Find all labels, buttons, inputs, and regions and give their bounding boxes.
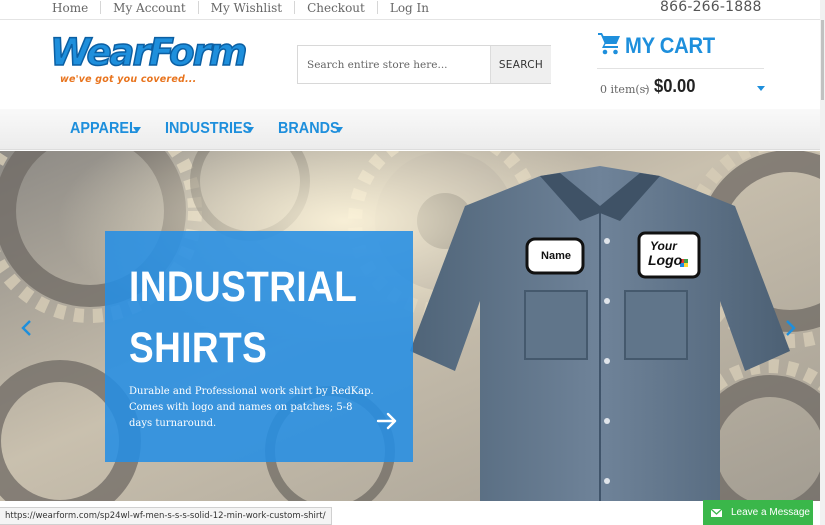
hero-title-line-1: INDUSTRIAL	[129, 263, 358, 311]
mail-icon	[710, 508, 723, 517]
cart-dropdown-caret-icon[interactable]	[757, 86, 765, 91]
hero-slider[interactable]: Name Your Logo INDUSTRIAL SHIRTS Durable…	[0, 151, 820, 501]
search-box: SEARCH	[297, 45, 551, 84]
chevron-down-icon	[246, 127, 254, 133]
cart-separator: -	[644, 82, 648, 94]
my-wishlist-link[interactable]: My Wishlist	[211, 1, 282, 15]
chevron-down-icon	[335, 127, 343, 133]
status-bar-url: https://wearform.com/sp24wl-wf-men-s-s-s…	[0, 507, 332, 525]
hero-description: Durable and Professional work shirt by R…	[129, 386, 374, 429]
home-link[interactable]: Home	[52, 1, 88, 15]
slider-next-icon[interactable]	[783, 319, 797, 337]
nav-item-brands[interactable]: BRANDS	[278, 120, 346, 140]
nav-item-label: INDUSTRIES	[165, 120, 253, 137]
patch-logo-text-1: Your	[650, 239, 677, 253]
search-button[interactable]: SEARCH	[490, 46, 551, 83]
top-links: Home My Account My Wishlist Checkout Log In	[52, 1, 429, 15]
site-logo[interactable]: WearForm we've got you covered...	[49, 30, 248, 91]
arrow-right-icon[interactable]	[375, 409, 399, 433]
leave-message-button[interactable]: Leave a Message	[703, 500, 813, 525]
divider	[294, 1, 296, 14]
cart-icon	[598, 33, 620, 55]
main-nav: APPAREL INDUSTRIES BRANDS	[0, 109, 825, 150]
logo-wordmark: WearForm	[49, 30, 248, 75]
my-account-link[interactable]: My Account	[113, 1, 186, 15]
nav-item-industries[interactable]: INDUSTRIES	[165, 120, 262, 140]
cart-item-count: 0 item(s)	[600, 83, 650, 96]
divider	[197, 1, 199, 14]
promo-panel: INDUSTRIAL SHIRTS Durable and Profession…	[105, 231, 413, 462]
nav-item-label: BRANDS	[278, 120, 340, 137]
divider	[100, 1, 102, 14]
phone-number: 866-266-1888	[660, 0, 762, 15]
chevron-down-icon	[133, 127, 141, 133]
checkout-link[interactable]: Checkout	[307, 1, 365, 15]
header: WearForm we've got you covered... SEARCH…	[0, 21, 825, 109]
hero-title-line-2: SHIRTS	[129, 324, 268, 372]
nav-item-label: APPAREL	[70, 120, 138, 137]
patch-logo-text-2: Logo	[648, 252, 683, 268]
slider-prev-icon[interactable]	[20, 319, 34, 337]
search-input[interactable]	[298, 46, 490, 83]
logo-tagline: we've got you covered...	[60, 74, 197, 85]
top-bar: Home My Account My Wishlist Checkout Log In …	[0, 0, 825, 20]
patch-name-text: Name	[541, 250, 571, 262]
leave-message-label: Leave a Message	[731, 507, 810, 518]
my-cart-label: MY CART	[625, 33, 715, 58]
cart-total: $0.00	[654, 76, 696, 96]
divider	[376, 1, 378, 14]
log-in-link[interactable]: Log In	[390, 1, 429, 15]
divider	[597, 68, 764, 69]
scrollbar-thumb[interactable]	[821, 20, 824, 100]
nav-item-apparel[interactable]: APPAREL	[70, 120, 145, 140]
